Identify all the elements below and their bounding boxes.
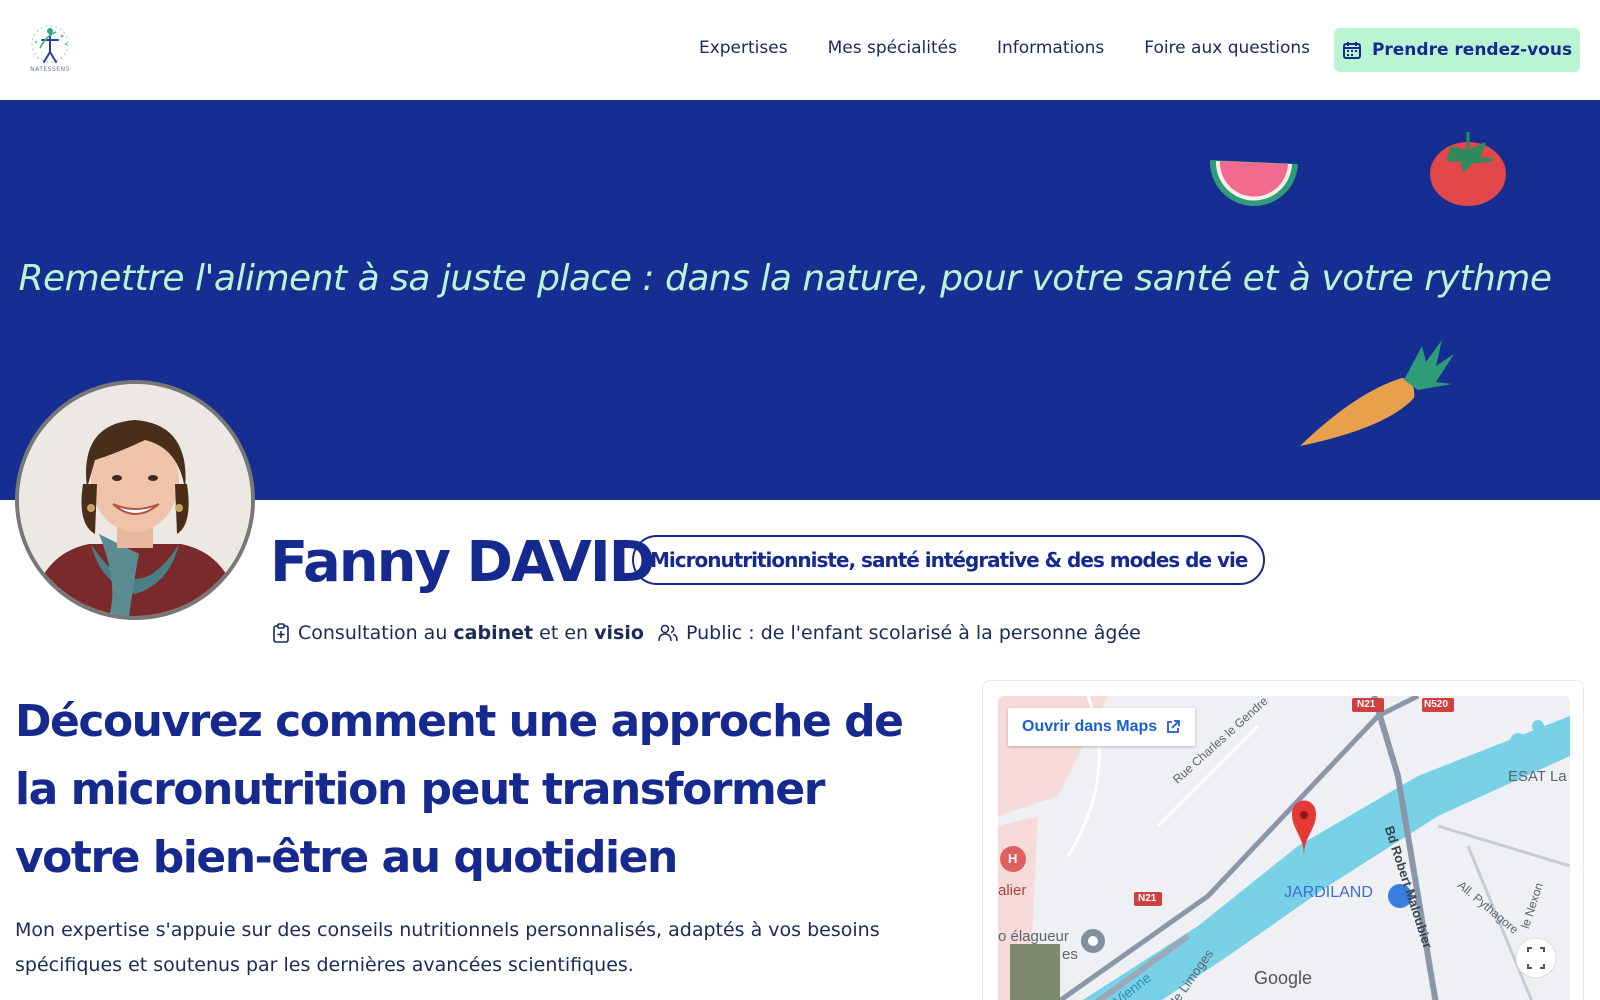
nav-link-informations[interactable]: Informations <box>997 38 1104 58</box>
map-label-left3: es <box>1062 946 1078 963</box>
book-appointment-label: Prendre rendez-vous <box>1371 40 1573 60</box>
nav-link-specialites[interactable]: Mes spécialités <box>828 38 957 58</box>
clipboard-plus-icon <box>273 623 289 643</box>
public-text: Public : de l'enfant scolarisé à la pers… <box>686 622 1141 644</box>
watermelon-icon <box>1209 160 1298 207</box>
open-in-maps-button[interactable]: Ouvrir dans Maps <box>1008 708 1196 746</box>
calendar-icon <box>1342 42 1361 59</box>
map-label-esat: ESAT La <box>1508 768 1567 785</box>
open-in-maps-label: Ouvrir dans Maps <box>1022 718 1158 735</box>
hero-tagline: Remettre l'aliment à sa juste place : da… <box>18 258 1552 299</box>
map-card: Ouvrir dans Maps Rue Charles le Gendre B… <box>982 680 1584 1000</box>
google-logo: Google <box>1254 968 1313 988</box>
users-icon <box>658 624 678 642</box>
natessens-logo[interactable]: NATESSENS <box>26 22 74 78</box>
logo-figure-icon <box>31 25 69 63</box>
consultation-place-visio: visio <box>594 622 644 644</box>
external-link-icon <box>1167 720 1181 733</box>
portrait-image <box>19 384 251 616</box>
site-header: NATESSENS Expertises Mes spécialités Inf… <box>0 0 1600 100</box>
map-label-road3: N21 <box>1138 893 1157 904</box>
map-label-road2: N21 <box>1357 699 1376 710</box>
map-label-left1: alier <box>998 882 1027 899</box>
hospital-icon: H <box>1008 851 1018 866</box>
hero-banner: Remettre l'aliment à sa juste place : da… <box>0 100 1600 500</box>
profile-avatar <box>15 380 255 620</box>
location-map[interactable]: Ouvrir dans Maps Rue Charles le Gendre B… <box>998 696 1570 1000</box>
consultation-mid: et en <box>539 622 589 644</box>
carrot-icon <box>1300 340 1454 446</box>
consultation-info: Consultation au cabinet et en visio <box>272 622 644 644</box>
map-label-store: JARDILAND <box>1284 884 1373 901</box>
section-intro: Mon expertise s'appuie sur des conseils … <box>15 919 880 976</box>
tomato-icon <box>1430 132 1506 206</box>
practitioner-name: Fanny DAVID <box>270 530 655 595</box>
main-nav: Expertises Mes spécialités Informations … <box>699 38 1310 58</box>
consultation-prefix: Consultation au <box>298 622 448 644</box>
practitioner-title-badge: Micronutritionniste, santé intégrative &… <box>632 535 1266 585</box>
map-label-left2: o élagueur <box>998 928 1069 945</box>
nav-link-faq[interactable]: Foire aux questions <box>1144 38 1310 58</box>
nav-link-expertises[interactable]: Expertises <box>699 38 788 58</box>
logo-text: NATESSENS <box>30 66 70 73</box>
book-appointment-button[interactable]: Prendre rendez-vous <box>1334 28 1580 72</box>
public-info: Public : de l'enfant scolarisé à la pers… <box>658 622 1141 644</box>
consultation-place-cabinet: cabinet <box>453 622 534 644</box>
map-label-road1: N520 <box>1424 699 1448 710</box>
section-headline: Découvrez comment une approche de la mic… <box>15 696 904 883</box>
